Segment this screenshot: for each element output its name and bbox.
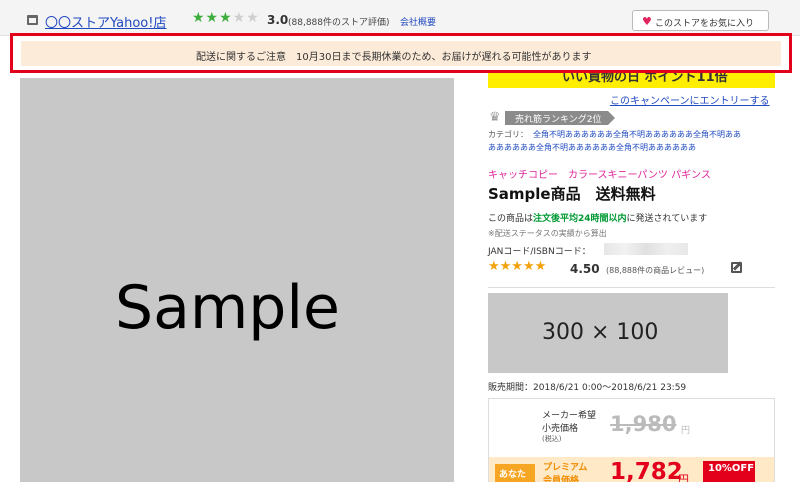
campaign-entry-link[interactable]: このキャンペーンにエントリーする bbox=[610, 92, 770, 107]
shipping-suffix: に発送されています bbox=[626, 214, 708, 224]
msrp-price: 1,980 bbox=[610, 412, 677, 436]
company-info-link[interactable]: 会社概要 bbox=[400, 15, 436, 28]
product-main-image[interactable]: Sample bbox=[20, 78, 454, 482]
favorite-store-label: このストアをお気に入り bbox=[655, 19, 755, 29]
shipping-notice: 配送に関するご注意 10月30日まで長期休業のため、お届けが遅れる可能性がありま… bbox=[21, 41, 781, 66]
shipping-note: ※配送ステータスの実績から算出 bbox=[488, 229, 607, 238]
divider bbox=[488, 287, 775, 288]
store-header: 〇〇ストアYahoo!店 ★★★★★ 3.0 (88,888件のストア評価) 会… bbox=[0, 0, 800, 36]
star-empty-icon: ★★ bbox=[232, 10, 260, 26]
ranking-badge[interactable]: 売れ筋ランキング2位 bbox=[505, 111, 615, 125]
discount-badge: 10%OFF bbox=[703, 461, 755, 482]
catch-copy: キャッチコピー カラースキニーパンツ パギンス bbox=[488, 170, 711, 181]
heart-icon: ♥ bbox=[642, 15, 652, 28]
member-price-label: 会員価格 bbox=[543, 476, 580, 482]
store-rating-stars: ★★★★★ bbox=[192, 10, 260, 26]
store-icon bbox=[27, 15, 38, 25]
review-rating-value: 4.50 bbox=[570, 262, 600, 276]
sample-image-label: Sample bbox=[115, 273, 340, 343]
premium-price-row: あなた プレミアム 会員価格 1,782 円 10%OFF bbox=[489, 457, 774, 482]
favorite-store-button[interactable]: ♥ このストアをお気に入り bbox=[632, 10, 769, 31]
store-rating-count[interactable]: (88,888件のストア評価) bbox=[288, 15, 390, 28]
ad-banner[interactable]: 300 × 100 bbox=[488, 293, 728, 373]
store-rating-value: 3.0 bbox=[267, 13, 289, 27]
sale-period: 販売期間：2018/6/21 0:00～2018/6/21 23:59 bbox=[488, 383, 687, 393]
star-filled-icon: ★★★ bbox=[192, 10, 233, 26]
shipping-notice-text: 配送に関するご注意 10月30日まで長期休業のため、お届けが遅れる可能性がありま… bbox=[196, 52, 592, 63]
premium-label: プレミアム bbox=[543, 463, 588, 473]
ad-banner-label: 300 × 100 bbox=[542, 320, 659, 345]
category-link[interactable]: 全角不明ああああああ全角不明ああああああ全角不明ああ bbox=[533, 129, 741, 140]
msrp-label: メーカー希望 bbox=[542, 411, 597, 421]
price-box: メーカー希望 小売価格 (税込) 1,980 円 あなた プレミアム 会員価格 … bbox=[488, 398, 775, 482]
store-name-link[interactable]: 〇〇ストアYahoo!店 bbox=[45, 12, 166, 31]
review-count-link[interactable]: (88,888件の商品レビュー) bbox=[606, 265, 704, 276]
msrp-label: 小売価格 bbox=[542, 424, 579, 434]
category-label: カテゴリ： bbox=[488, 130, 528, 139]
review-stars: ★★★★★ bbox=[488, 259, 547, 274]
campaign-banner-text: いい買物の日 ポイント11倍 bbox=[562, 73, 728, 85]
campaign-banner[interactable]: いい買物の日 ポイント11倍 bbox=[488, 73, 775, 88]
shipping-notice-highlight: 配送に関するご注意 10月30日まで長期休業のため、お届けが遅れる可能性がありま… bbox=[10, 33, 792, 73]
category-link[interactable]: ああああああ全角不明ああああああ全角不明ああああああ bbox=[488, 142, 696, 153]
shipping-time-info: この商品は注文後平均24時間以内に発送されています bbox=[488, 211, 707, 224]
shipping-time-highlight: 注文後平均24時間以内 bbox=[533, 214, 627, 224]
premium-price: 1,782 bbox=[610, 459, 683, 482]
write-review-icon[interactable] bbox=[731, 262, 742, 273]
jan-code-label: JANコード/ISBNコード： bbox=[488, 247, 591, 257]
product-title: Sample商品 送料無料 bbox=[488, 185, 656, 203]
premium-yen: 円 bbox=[678, 473, 689, 482]
msrp-yen: 円 bbox=[681, 426, 691, 436]
jan-code-value bbox=[604, 243, 688, 255]
msrp-tax-note: (税込) bbox=[542, 435, 562, 443]
crown-icon: ♛ bbox=[489, 110, 501, 125]
shipping-prefix: この商品は bbox=[488, 214, 534, 224]
anata-tag: あなた bbox=[495, 464, 535, 482]
